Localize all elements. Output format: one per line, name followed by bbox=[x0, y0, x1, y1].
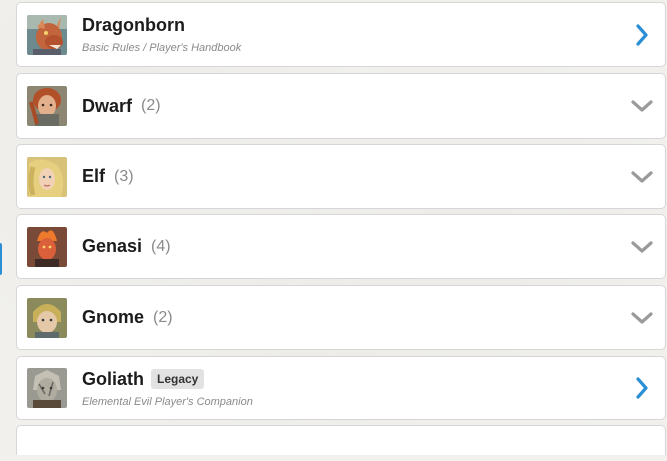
genasi-portrait bbox=[27, 226, 67, 267]
race-name: Elf bbox=[82, 166, 106, 186]
race-row-goliath[interactable]: Goliath Legacy Elemental Evil Player's C… bbox=[16, 356, 666, 420]
chevron-down-icon[interactable] bbox=[631, 236, 653, 258]
legacy-badge: Legacy bbox=[151, 369, 205, 389]
elf-portrait bbox=[27, 156, 67, 197]
gnome-portrait bbox=[27, 297, 67, 338]
race-name: Dragonborn bbox=[82, 15, 185, 35]
subrace-count: (3) bbox=[114, 167, 134, 185]
chevron-right-icon[interactable] bbox=[631, 23, 653, 46]
goliath-portrait bbox=[27, 368, 67, 408]
subrace-count: (4) bbox=[151, 237, 171, 255]
race-source: Elemental Evil Player's Companion bbox=[82, 395, 253, 408]
race-row-dwarf[interactable]: Dwarf (2) bbox=[16, 73, 666, 139]
chevron-right-icon[interactable] bbox=[631, 377, 653, 399]
chevron-down-icon[interactable] bbox=[631, 166, 653, 188]
subrace-count: (2) bbox=[153, 308, 173, 326]
race-row-dragonborn[interactable]: Dragonborn Basic Rules / Player's Handbo… bbox=[16, 2, 666, 67]
race-source: Basic Rules / Player's Handbook bbox=[82, 42, 242, 54]
race-name: Genasi bbox=[82, 236, 143, 256]
race-name: Dwarf bbox=[82, 95, 133, 116]
chevron-down-icon[interactable] bbox=[631, 307, 653, 329]
dragonborn-portrait bbox=[27, 14, 67, 55]
dwarf-portrait bbox=[27, 86, 67, 126]
race-row-genasi[interactable]: Genasi (4) bbox=[16, 214, 666, 279]
race-name: Gnome bbox=[82, 307, 145, 327]
side-tab-indicator[interactable] bbox=[0, 243, 2, 275]
subrace-count: (2) bbox=[141, 97, 161, 114]
race-row-gnome[interactable]: Gnome (2) bbox=[16, 285, 666, 350]
chevron-down-icon[interactable] bbox=[631, 95, 653, 117]
race-name: Goliath bbox=[82, 368, 144, 389]
race-list: Dragonborn Basic Rules / Player's Handbo… bbox=[16, 2, 666, 461]
race-row-elf[interactable]: Elf (3) bbox=[16, 144, 666, 209]
